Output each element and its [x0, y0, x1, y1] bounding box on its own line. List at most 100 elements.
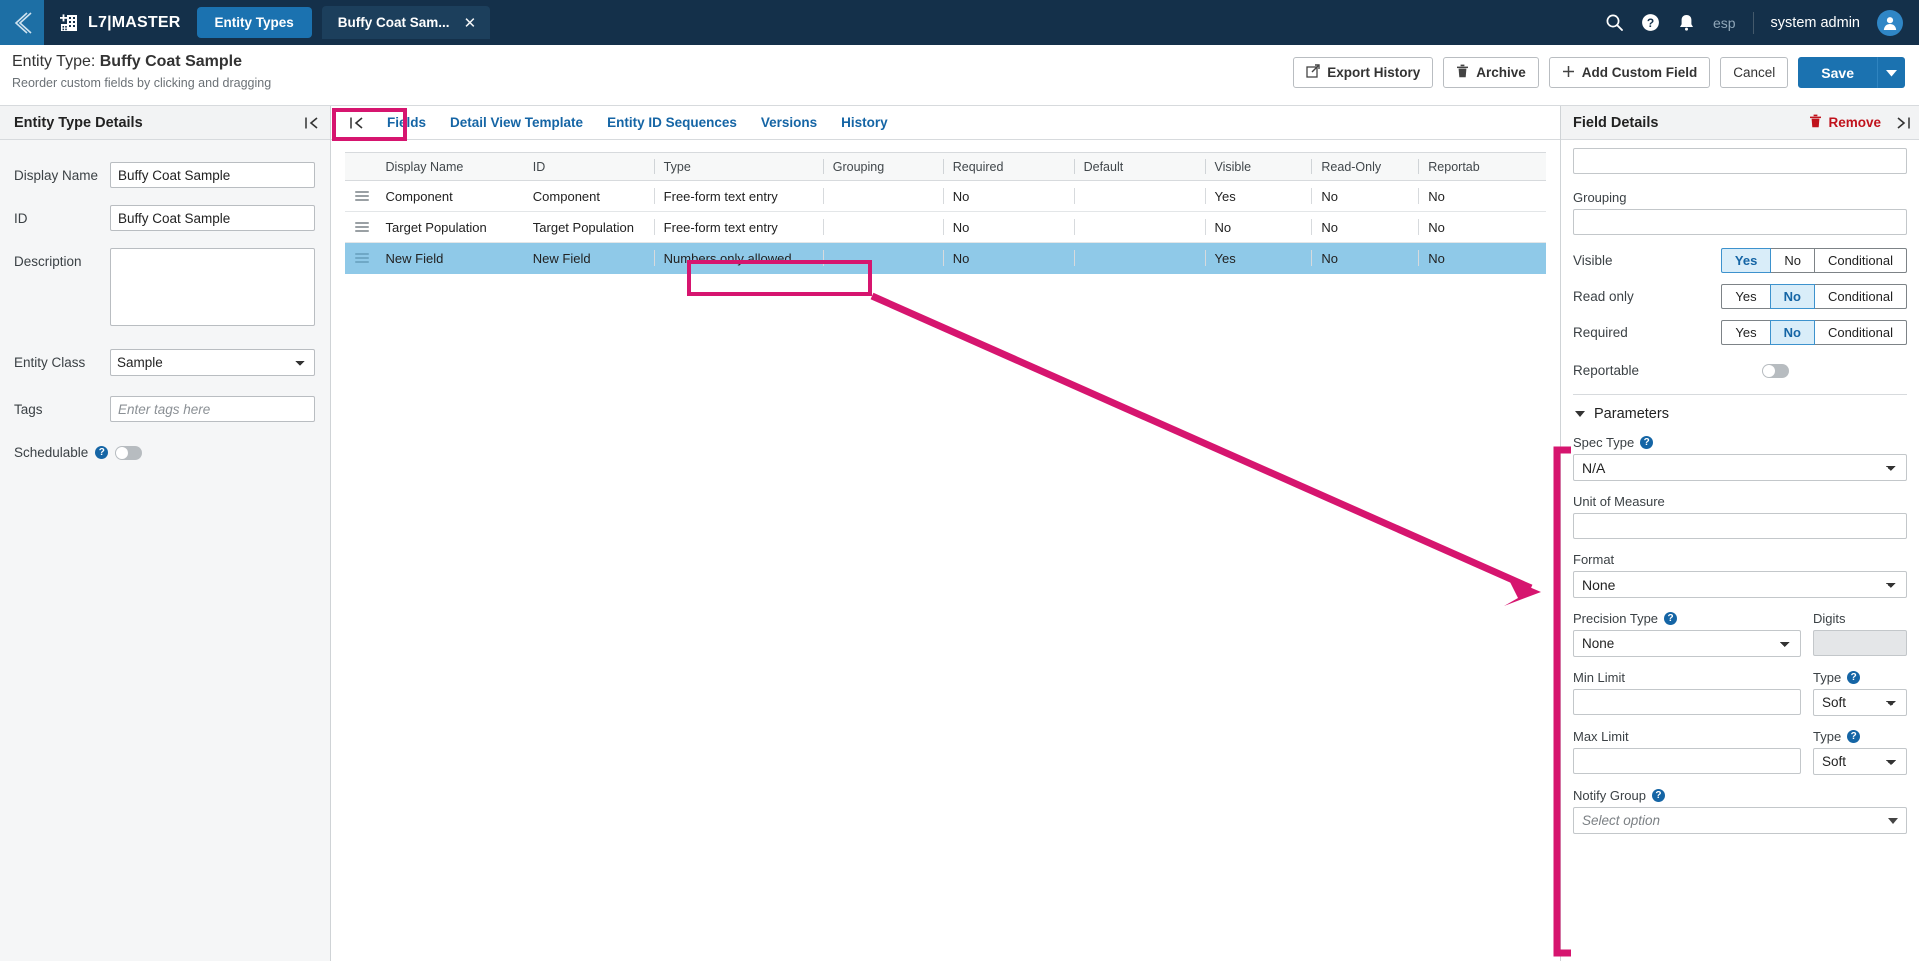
required-option-conditional[interactable]: Conditional — [1813, 320, 1907, 345]
drag-handle-icon[interactable] — [355, 253, 369, 263]
row-drag-handle[interactable] — [345, 180, 376, 212]
spec-type-help-icon[interactable]: ? — [1640, 436, 1654, 449]
cell-read-only: No — [1311, 211, 1419, 243]
save-chevron-down-icon[interactable] — [1877, 57, 1905, 88]
visible-option-no[interactable]: No — [1770, 248, 1815, 273]
format-select[interactable]: None — [1573, 571, 1907, 598]
unit-of-measure-input[interactable] — [1573, 513, 1907, 539]
collapse-left-icon[interactable] — [304, 116, 320, 130]
top-field-group — [1573, 148, 1907, 174]
svg-text:?: ? — [1647, 16, 1654, 30]
nav-entity-types[interactable]: Entity Types — [196, 7, 312, 38]
header-visible[interactable]: Visible — [1204, 152, 1312, 181]
notify-group-group: Notify Group ? Select option — [1573, 788, 1907, 834]
tab-history[interactable]: History — [829, 106, 900, 140]
id-input[interactable] — [110, 205, 315, 231]
page-title-value: Buffy Coat Sample — [99, 53, 242, 70]
export-history-button[interactable]: Export History — [1293, 57, 1434, 88]
header-id[interactable]: ID — [522, 152, 654, 181]
cell-required: No — [942, 211, 1074, 243]
drag-handle-icon[interactable] — [355, 222, 369, 232]
precision-type-label-row: Precision Type ? — [1573, 611, 1801, 626]
reportable-toggle[interactable] — [1762, 363, 1789, 378]
archive-button[interactable]: Archive — [1443, 57, 1539, 88]
header-read-only[interactable]: Read-Only — [1311, 152, 1419, 181]
notify-group-select[interactable]: Select option — [1573, 807, 1907, 834]
spec-type-select[interactable]: N/A — [1573, 454, 1907, 481]
read-only-option-conditional[interactable]: Conditional — [1813, 284, 1907, 309]
header-default[interactable]: Default — [1073, 152, 1205, 181]
max-limit-type-label-row: Type ? — [1813, 729, 1907, 744]
language-selector[interactable]: esp — [1713, 15, 1736, 31]
min-limit-type-group: Type ? Soft — [1813, 670, 1907, 716]
tab-versions[interactable]: Versions — [749, 106, 829, 140]
user-name-label[interactable]: system admin — [1771, 15, 1860, 31]
bell-icon[interactable] — [1677, 13, 1696, 33]
id-label: ID — [14, 211, 28, 226]
main-content-area: Fields Detail View Template Entity ID Se… — [331, 106, 1560, 961]
remove-field-button[interactable]: Remove — [1809, 114, 1881, 131]
drag-handle-icon[interactable] — [355, 191, 369, 201]
cell-reportable: No — [1418, 211, 1546, 243]
entity-type-details-panel: Entity Type Details Display Name ID Desc… — [0, 106, 331, 961]
header-reportable[interactable]: Reportab — [1418, 152, 1546, 181]
tab-detail-view-template[interactable]: Detail View Template — [438, 106, 595, 140]
required-segmented-control: Yes No Conditional — [1721, 320, 1907, 345]
table-row[interactable]: Component Component Free-form text entry… — [345, 180, 1546, 212]
visible-option-yes[interactable]: Yes — [1720, 248, 1772, 273]
open-document-tab-label: Buffy Coat Sam... — [337, 15, 450, 30]
open-document-tab[interactable]: Buffy Coat Sam... ✕ — [321, 6, 491, 39]
cell-display-name: Component — [375, 180, 523, 212]
tags-input[interactable] — [110, 396, 315, 422]
header-type[interactable]: Type — [653, 152, 823, 181]
entity-class-select[interactable]: Sample — [110, 349, 315, 376]
row-drag-handle[interactable] — [345, 211, 376, 243]
row-drag-handle[interactable] — [345, 242, 376, 274]
max-limit-input[interactable] — [1573, 748, 1801, 774]
max-limit-type-help-icon[interactable]: ? — [1847, 730, 1861, 743]
required-option-yes[interactable]: Yes — [1721, 320, 1771, 345]
min-limit-input[interactable] — [1573, 689, 1801, 715]
min-limit-type-label: Type — [1813, 670, 1842, 685]
min-limit-type-help-icon[interactable]: ? — [1847, 671, 1861, 684]
reportable-label: Reportable — [1573, 363, 1640, 378]
schedulable-help-icon[interactable]: ? — [95, 446, 109, 459]
search-icon[interactable] — [1605, 13, 1624, 32]
main-collapse-left-icon[interactable] — [339, 116, 375, 130]
table-row[interactable]: Target Population Target Population Free… — [345, 211, 1546, 243]
read-only-option-no[interactable]: No — [1769, 284, 1815, 309]
precision-type-help-icon[interactable]: ? — [1664, 612, 1678, 625]
cancel-button[interactable]: Cancel — [1720, 57, 1789, 88]
close-icon[interactable]: ✕ — [464, 14, 477, 32]
description-textarea[interactable] — [110, 248, 315, 326]
parameters-section-header[interactable]: Parameters — [1573, 406, 1907, 422]
max-limit-type-select[interactable]: Soft — [1813, 748, 1907, 775]
precision-type-select[interactable]: None — [1573, 630, 1801, 657]
tab-entity-id-sequences[interactable]: Entity ID Sequences — [595, 106, 749, 140]
header-grouping[interactable]: Grouping — [822, 152, 943, 181]
cell-default — [1073, 180, 1205, 212]
grouping-input[interactable] — [1573, 209, 1907, 235]
chevron-down-icon — [1575, 411, 1585, 417]
read-only-option-yes[interactable]: Yes — [1721, 284, 1771, 309]
header-required[interactable]: Required — [942, 152, 1074, 181]
save-button[interactable]: Save — [1798, 57, 1877, 88]
display-name-input[interactable] — [110, 162, 315, 188]
header-display-name[interactable]: Display Name — [375, 152, 523, 181]
app-brand[interactable]: L7|MASTER — [58, 12, 181, 33]
top-field-input[interactable] — [1573, 148, 1907, 174]
add-custom-field-button[interactable]: Add Custom Field — [1548, 57, 1711, 88]
tab-fields[interactable]: Fields — [375, 106, 438, 140]
visible-option-conditional[interactable]: Conditional — [1813, 248, 1907, 273]
entity-class-row: Entity Class Sample — [0, 349, 330, 376]
user-avatar-icon[interactable] — [1877, 9, 1903, 36]
collapse-right-icon[interactable] — [1895, 116, 1911, 130]
notify-group-help-icon[interactable]: ? — [1651, 789, 1665, 802]
entity-class-label: Entity Class — [14, 355, 86, 370]
back-chevron-icon[interactable] — [0, 0, 44, 45]
question-circle-icon[interactable]: ? — [1641, 13, 1660, 32]
table-row[interactable]: New Field New Field Numbers only allowed… — [345, 242, 1546, 274]
schedulable-toggle[interactable] — [115, 445, 143, 460]
required-option-no[interactable]: No — [1769, 320, 1815, 345]
min-limit-type-select[interactable]: Soft — [1813, 689, 1907, 716]
